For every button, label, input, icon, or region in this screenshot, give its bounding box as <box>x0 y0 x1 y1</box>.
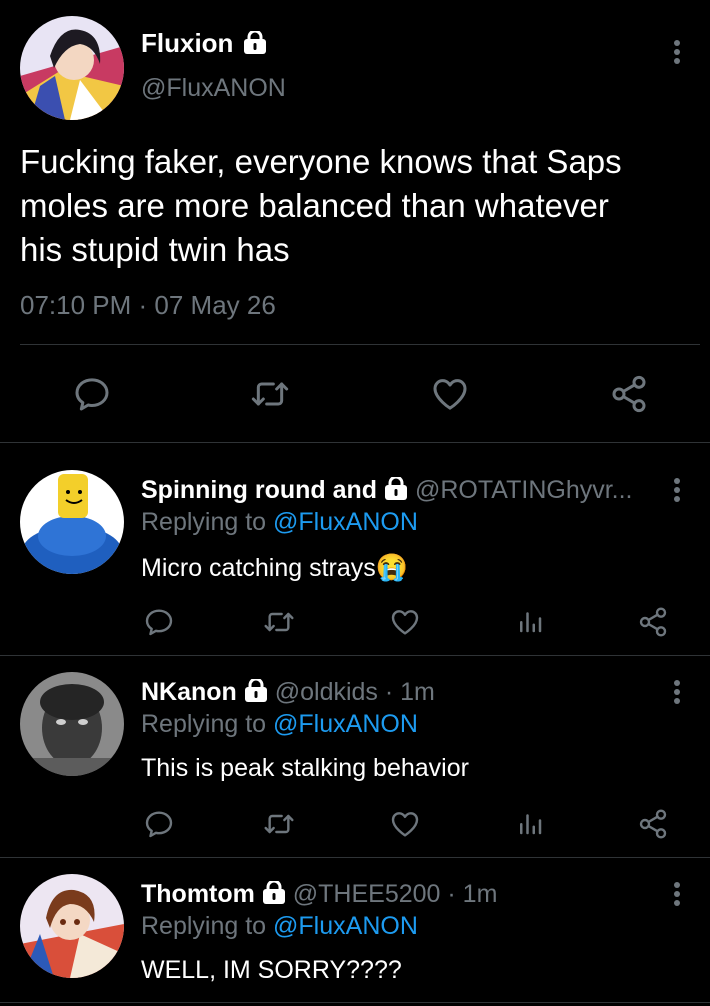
more-vertical-icon[interactable] <box>673 40 681 67</box>
display-name-row: Fluxion <box>141 28 267 59</box>
avatar[interactable] <box>20 672 124 776</box>
reply-header: NKanon @oldkids · 1m <box>141 678 435 707</box>
heart-icon[interactable] <box>430 374 470 414</box>
share-icon[interactable] <box>609 374 649 414</box>
tweet-text: Fucking faker, everyone knows that Saps … <box>20 140 690 272</box>
divider <box>20 344 700 345</box>
crying-emoji: 😭 <box>375 552 409 582</box>
replying-label: Replying to <box>141 508 267 536</box>
retweet-icon[interactable] <box>263 606 295 638</box>
share-icon[interactable] <box>637 606 669 638</box>
handle[interactable]: @ROTATINGhyvr... <box>415 476 633 504</box>
replying-label: Replying to <box>141 912 267 940</box>
lock-icon <box>261 881 286 906</box>
reply-header: Spinning round and @ROTATINGhyvr... <box>141 476 633 505</box>
retweet-icon[interactable] <box>263 808 295 840</box>
more-vertical-icon[interactable] <box>673 882 681 909</box>
display-name[interactable]: NKanon <box>141 678 237 706</box>
lock-icon <box>243 679 268 704</box>
display-name[interactable]: Spinning round and <box>141 476 377 504</box>
heart-icon[interactable] <box>389 606 421 638</box>
timestamp[interactable]: 07:10 PM · 07 May 26 <box>20 290 276 321</box>
reply-text: WELL, IM SORRY???? <box>141 956 402 984</box>
tweet-text-line: his stupid twin has <box>20 231 290 268</box>
lock-icon <box>384 477 409 502</box>
reply-text: This is peak stalking behavior <box>141 754 469 782</box>
replying-label: Replying to <box>141 710 267 738</box>
replying-to: Replying to @FluxANON <box>141 710 418 739</box>
tweet-text-line: Fucking faker, everyone knows that Saps <box>20 143 622 180</box>
divider <box>0 857 710 858</box>
divider <box>0 1002 710 1003</box>
retweet-icon[interactable] <box>250 374 290 414</box>
more-vertical-icon[interactable] <box>673 478 681 505</box>
share-icon[interactable] <box>637 808 669 840</box>
lock-icon <box>242 31 267 56</box>
replying-handle-link[interactable]: @FluxANON <box>273 912 418 940</box>
handle[interactable]: @oldkids · 1m <box>275 678 435 706</box>
display-name[interactable]: Fluxion <box>141 28 233 58</box>
tweet-text-line: moles are more balanced than whatever <box>20 187 609 224</box>
handle[interactable]: @THEE5200 · 1m <box>293 880 498 908</box>
reply-text: Micro catching strays <box>141 554 376 582</box>
reply-icon[interactable] <box>143 606 175 638</box>
avatar[interactable] <box>20 470 124 574</box>
handle[interactable]: @FluxANON <box>141 74 286 103</box>
replying-to: Replying to @FluxANON <box>141 912 418 941</box>
replying-handle-link[interactable]: @FluxANON <box>273 508 418 536</box>
analytics-icon[interactable] <box>515 808 545 838</box>
avatar[interactable] <box>20 874 124 978</box>
reply-header: Thomtom @THEE5200 · 1m <box>141 880 497 909</box>
divider <box>0 442 710 443</box>
reply-text-row: Micro catching strays😭 <box>141 552 408 583</box>
avatar[interactable] <box>20 16 124 120</box>
more-vertical-icon[interactable] <box>673 680 681 707</box>
reply-icon[interactable] <box>72 374 112 414</box>
replying-to: Replying to @FluxANON <box>141 508 418 537</box>
replying-handle-link[interactable]: @FluxANON <box>273 710 418 738</box>
display-name[interactable]: Thomtom <box>141 880 255 908</box>
heart-icon[interactable] <box>389 808 421 840</box>
reply-icon[interactable] <box>143 808 175 840</box>
analytics-icon[interactable] <box>515 606 545 636</box>
divider <box>0 655 710 656</box>
